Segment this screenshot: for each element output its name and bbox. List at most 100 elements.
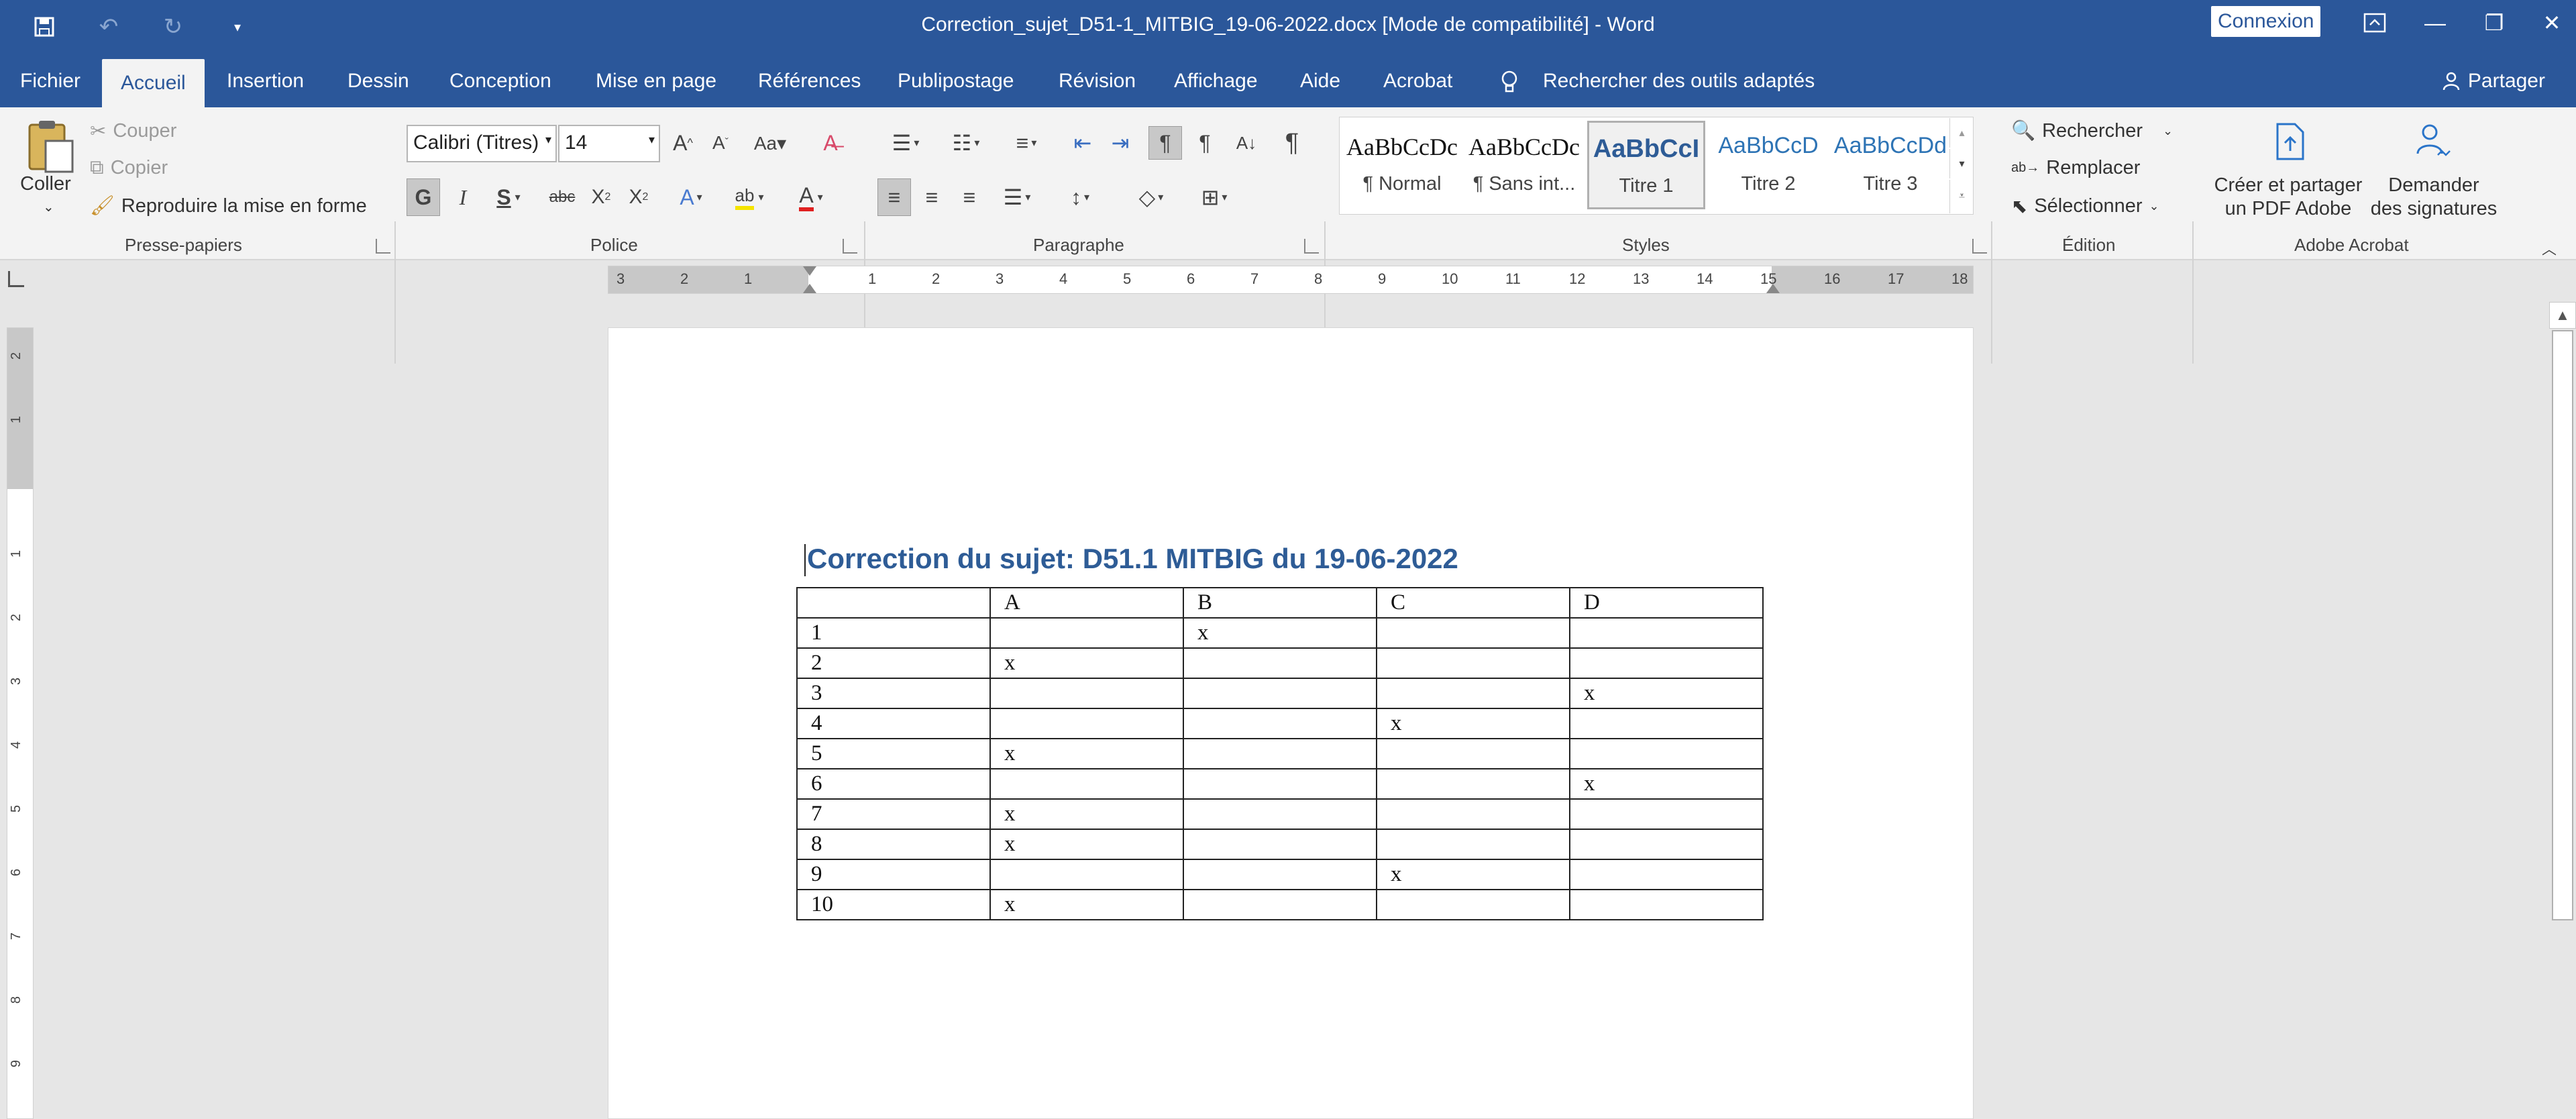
find-dropdown-icon[interactable]: ⌄ <box>2163 124 2173 138</box>
styles-more-icon[interactable]: ⩡ <box>1949 180 1974 213</box>
table-cell[interactable] <box>989 617 1184 649</box>
table-cell[interactable] <box>989 708 1184 739</box>
table-cell[interactable] <box>989 768 1184 800</box>
borders-icon[interactable]: ⊞ ▾ <box>1187 178 1241 216</box>
document-heading[interactable]: Correction du sujet: D51.1 MITBIG du 19-… <box>807 543 1458 575</box>
paste-icon[interactable] <box>23 118 79 174</box>
table-cell[interactable] <box>1376 798 1570 830</box>
tab-selector-icon[interactable] <box>8 271 24 287</box>
table-cell[interactable] <box>1569 889 1764 920</box>
highlight-color-icon[interactable]: ab ▾ <box>722 178 777 216</box>
create-pdf-icon[interactable] <box>2271 119 2309 164</box>
table-cell[interactable] <box>1183 798 1377 830</box>
font-name-field[interactable]: Calibri (Titres) ▾ <box>407 125 557 162</box>
paste-dropdown-icon[interactable]: ⌄ <box>43 199 54 215</box>
table-cell[interactable] <box>1183 768 1377 800</box>
table-cell[interactable] <box>1183 889 1377 920</box>
decrease-indent-icon[interactable]: ⇤ <box>1067 126 1099 160</box>
paragraph-launcher-icon[interactable] <box>1304 239 1319 254</box>
italic-button[interactable]: I <box>447 178 479 216</box>
table-cell[interactable] <box>1569 798 1764 830</box>
cut-button[interactable]: ✂ Couper <box>90 119 176 143</box>
text-effects-icon[interactable]: A ▾ <box>668 178 714 216</box>
table-cell[interactable] <box>989 859 1184 890</box>
shrink-font-icon[interactable]: Aˇ <box>706 126 735 160</box>
superscript-button[interactable]: X2 <box>623 178 655 216</box>
tell-me-search[interactable]: Rechercher des outils adaptés <box>1543 55 1815 107</box>
table-header-cell[interactable]: B <box>1183 587 1377 619</box>
table-cell[interactable] <box>1376 829 1570 860</box>
find-button[interactable]: 🔍 Rechercher ⌄ <box>2011 119 2173 142</box>
font-name-dropdown-icon[interactable]: ▾ <box>545 133 551 147</box>
styles-launcher-icon[interactable] <box>1972 239 1987 254</box>
collapse-ribbon-icon[interactable]: ︿ <box>2536 239 2563 258</box>
table-cell[interactable] <box>1569 859 1764 890</box>
increase-indent-icon[interactable]: ⇥ <box>1104 126 1136 160</box>
table-cell[interactable] <box>1376 617 1570 649</box>
clipboard-launcher-icon[interactable] <box>376 239 390 254</box>
table-cell[interactable]: 9 <box>796 859 991 890</box>
underline-button[interactable]: S ▾ <box>484 178 533 216</box>
tab-publipostage[interactable]: Publipostage <box>898 55 1014 107</box>
tab-mise-en-page[interactable]: Mise en page <box>596 55 716 107</box>
table-cell[interactable] <box>1569 617 1764 649</box>
table-cell[interactable] <box>1183 647 1377 679</box>
table-header-cell[interactable] <box>796 587 991 619</box>
table-header-cell[interactable]: C <box>1376 587 1570 619</box>
font-launcher-icon[interactable] <box>843 239 857 254</box>
justify-icon[interactable]: ☰ ▾ <box>990 178 1044 216</box>
table-cell[interactable] <box>1183 738 1377 769</box>
table-cell[interactable]: 3 <box>796 678 991 709</box>
tab-fichier[interactable]: Fichier <box>20 55 80 107</box>
table-cell[interactable] <box>1376 678 1570 709</box>
signin-button[interactable]: Connexion <box>2211 6 2321 37</box>
select-dropdown-icon[interactable]: ⌄ <box>2149 199 2159 213</box>
tab-dessin[interactable]: Dessin <box>347 55 409 107</box>
horizontal-ruler[interactable]: 3 2 1 1 2 3 4 5 6 7 8 9 10 11 12 13 14 15 16 17 18 <box>608 266 1974 294</box>
clear-formatting-icon[interactable]: A̶ <box>814 126 847 160</box>
show-formatting-marks-icon[interactable]: ¶ <box>1276 126 1308 160</box>
table-cell[interactable] <box>1376 738 1570 769</box>
request-signatures-button[interactable]: Demander des signatures <box>2360 174 2508 220</box>
sort-icon[interactable]: A↓ <box>1230 126 1263 160</box>
left-indent-marker[interactable] <box>803 284 816 293</box>
table-cell[interactable] <box>1376 889 1570 920</box>
table-header-cell[interactable]: A <box>989 587 1184 619</box>
align-center-icon[interactable]: ≡ <box>915 178 949 216</box>
ltr-text-icon[interactable]: ¶ <box>1148 126 1182 160</box>
table-cell[interactable] <box>1569 708 1764 739</box>
shading-icon[interactable]: ◇ ▾ <box>1124 178 1178 216</box>
first-line-indent-marker[interactable] <box>803 266 816 276</box>
style-item[interactable]: AaBbCcD Titre 2 <box>1709 121 1827 209</box>
table-cell[interactable] <box>989 678 1184 709</box>
tab-acrobat[interactable]: Acrobat <box>1383 55 1452 107</box>
tab-references[interactable]: Références <box>758 55 861 107</box>
select-button[interactable]: ⬉ Sélectionner ⌄ <box>2011 195 2159 218</box>
tab-aide[interactable]: Aide <box>1300 55 1340 107</box>
table-cell[interactable] <box>1376 768 1570 800</box>
table-cell[interactable] <box>1183 708 1377 739</box>
table-cell[interactable] <box>1569 829 1764 860</box>
tab-revision[interactable]: Révision <box>1059 55 1136 107</box>
table-cell[interactable]: 2 <box>796 647 991 679</box>
tab-insertion[interactable]: Insertion <box>227 55 304 107</box>
align-right-icon[interactable]: ≡ <box>953 178 986 216</box>
table-cell[interactable]: 8 <box>796 829 991 860</box>
request-signatures-icon[interactable] <box>2412 118 2455 162</box>
styles-scroll-down-icon[interactable]: ▾ <box>1949 149 1974 178</box>
table-cell[interactable]: x <box>989 829 1184 860</box>
vertical-ruler[interactable]: 2 1 1 2 3 4 5 6 7 8 9 <box>7 327 34 1119</box>
strikethrough-button[interactable]: abc <box>543 178 581 216</box>
style-item[interactable]: AaBbCcI Titre 1 <box>1587 121 1705 209</box>
table-header-cell[interactable]: D <box>1569 587 1764 619</box>
table-cell[interactable] <box>1183 678 1377 709</box>
bold-button[interactable]: G <box>407 178 440 216</box>
styles-scroll-up-icon[interactable]: ▴ <box>1949 118 1974 148</box>
font-size-dropdown-icon[interactable]: ▾ <box>649 133 655 147</box>
table-cell[interactable]: x <box>1376 859 1570 890</box>
bullets-icon[interactable]: ☰ ▾ <box>879 126 932 160</box>
ribbon-display-options-icon[interactable] <box>2355 8 2395 38</box>
table-cell[interactable] <box>1183 829 1377 860</box>
paste-button[interactable]: Coller <box>20 173 71 195</box>
multilevel-list-icon[interactable]: ≡ ▾ <box>1000 126 1053 160</box>
